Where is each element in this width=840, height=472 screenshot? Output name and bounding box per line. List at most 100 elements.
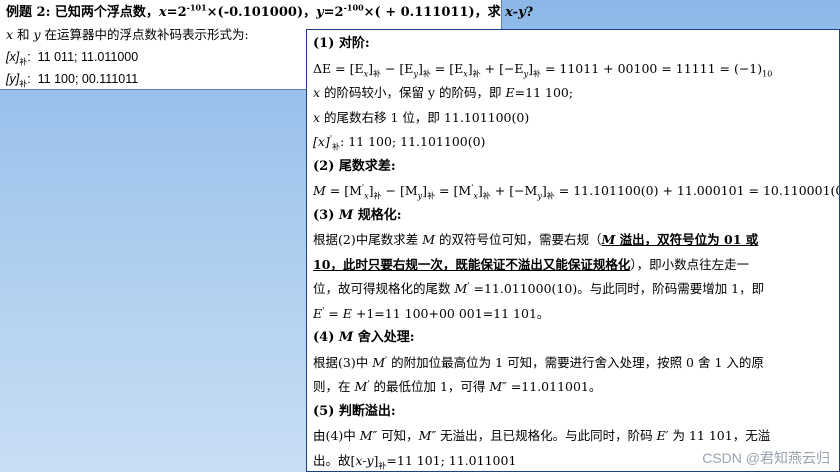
s3l1-c: 溢出，双符号位为 01 或 (615, 232, 759, 247)
s3l1-a: 根据(2)中尾数求差 (313, 232, 423, 247)
s5l2-a: 出。故[ (313, 452, 356, 468)
s3l1-b: 的双符号位可知，需要右规（ (435, 232, 602, 247)
s1l4-val: : 11 100; 11.101100(0) (340, 134, 486, 149)
s3l3-b: =11.011000(10)。与此同时，阶码需要增加 1，即 (469, 281, 765, 296)
y-code-label: [y] (6, 72, 20, 86)
s1-i: = [E (430, 60, 464, 76)
s1-r: 10 (762, 69, 773, 78)
s1-q: = 11011 + 00100 = 11111 = (−1) (540, 60, 763, 76)
x-code-colon: : (27, 50, 31, 64)
step1-line3: x 的尾数右移 1 位，即 11.101100(0) (313, 106, 833, 131)
s1l3-text: 的尾数右移 1 位，即 11.101100(0) (320, 109, 530, 125)
step3-line1: 根据(2)中尾数求差 M 的双符号位可知，需要右规（M 溢出，双符号位为 01 … (313, 228, 833, 253)
s3h-a: (3) (313, 207, 339, 223)
s3l3-a: 位，故可得规格化的尾数 (313, 281, 455, 296)
y-code-sub: 补 (19, 79, 28, 89)
s5l1-d: 为 11 101，无溢 (668, 428, 771, 443)
step1-line4: [x]'补: 11 100; 11.101100(0) (313, 130, 833, 155)
s4l2-b: 的最低位加 1，可得 (369, 379, 490, 394)
s4l1-a: 根据(3)中 (313, 354, 373, 370)
s1l2-E: E (505, 85, 515, 100)
s3l1-cM: M (601, 232, 616, 247)
step3-line2: 10，此时只要右规一次，既能保证不溢出又能保证规格化），即小数点往左走一 (313, 253, 833, 278)
x-code-label: [x] (6, 50, 20, 64)
s2-g: − [M (381, 183, 418, 198)
x-exponent: -101 (186, 2, 207, 13)
s3l1-M: M (422, 232, 435, 247)
watermark: CSDN @君知燕云归 (702, 450, 830, 466)
s1l4-sup: ' (329, 133, 333, 143)
ask-expr: x-y (505, 5, 526, 20)
s4l2-a: 则，在 (313, 379, 355, 394)
s1l3-x: x (313, 109, 321, 125)
step5-heading: (5) 判断溢出: (313, 403, 396, 419)
problem-title: 例题 2: 已知两个浮点数，x=2-101×(-0.101000)，y=2-10… (6, 2, 533, 24)
s2-f: 补 (373, 191, 382, 201)
step2-equation: M = [M'x]补 − [My]补 = [M'x]补 + [−My]补 = 1… (313, 179, 839, 204)
s1-d: 补 (372, 69, 381, 78)
s5l2-c: =11 101; 11.011001 (386, 452, 517, 468)
step4-line2: 则，在 M' 的最低位加 1，可得 M″ =11.011001。 (313, 375, 833, 400)
s3h-M: M (338, 207, 354, 223)
s5l2-xy: x-y (355, 452, 374, 468)
s1-e: − [E (380, 60, 414, 76)
s1l2-val: =11 100; (514, 85, 574, 100)
desc-x: x (6, 27, 14, 42)
s3l4-E2: E (342, 305, 352, 321)
step3-line3: 位，故可得规格化的尾数 M' =11.011000(10)。与此同时，阶码需要增… (313, 277, 833, 302)
x-eq: =2 (166, 5, 187, 20)
desc-rest: 在运算器中的浮点数补码表示形式为: (40, 27, 249, 42)
s1l4-label: [x] (313, 134, 330, 149)
s2-l: ' (471, 182, 474, 192)
x-code-sub: 补 (19, 57, 28, 67)
s4l2-M2: M″ (489, 379, 507, 394)
y-eq: =2 (323, 5, 344, 20)
s1-l: 补 (472, 69, 481, 78)
s3l4-E: E (313, 305, 323, 321)
var-x: x (158, 5, 167, 20)
s5l1-b: 可知， (377, 428, 419, 443)
step3-heading: (3) M 规格化: (313, 204, 833, 229)
s3l3-M: M (454, 281, 468, 296)
s1l4-sub: 补 (332, 142, 341, 152)
s2-k: = [M (435, 183, 472, 198)
s5l1-M2: M″ (418, 428, 437, 443)
s5l1-M: M″ (359, 428, 378, 443)
s2-o: 补 (482, 191, 491, 201)
s3l4-b: = (324, 305, 343, 321)
s3l2-a: 10，此时只要右规一次，既能保证不溢出又能保证规格化 (313, 256, 631, 272)
desc-y: y (33, 27, 41, 42)
s2-p: + [−M (490, 183, 538, 198)
s4h-a: (4) (313, 330, 339, 345)
step3-line4: E' = E +1=11 100+00 001=11 101。 (313, 302, 833, 327)
x-mantissa: ×(-0.101000)， (206, 5, 317, 20)
step1-line2: x 的阶码较小，保留 y 的阶码，即 E=11 100; (313, 81, 833, 106)
s2-b: = [M (325, 183, 362, 198)
s4h-M: M (338, 330, 354, 345)
s3h-b: 规格化: (353, 207, 402, 223)
question-mark: ? (525, 5, 534, 20)
step5-line1: 由(4)中 M″ 可知，M″ 无溢出，且已规格化。与此同时，阶码 E′ 为 11… (313, 424, 833, 449)
solution-box: (1) 对阶: ΔE = [Ex]补 − [Ey]补 = [Ex]补 + [−E… (306, 29, 840, 472)
desc-and: 和 (13, 27, 34, 42)
title-prefix: 例题 2: 已知两个浮点数， (6, 5, 159, 20)
s4l1-b: 的附加位最高位为 1 可知，需要进行舍入处理，按照 0 舍 1 入的原 (387, 354, 764, 370)
s2-j: 补 (427, 191, 436, 201)
var-y: y (316, 5, 324, 20)
s2-c: ' (361, 182, 365, 192)
s4h-b: 舍入处理: (353, 330, 415, 345)
y-exponent: -100 (343, 2, 364, 13)
step1-heading: (1) 对阶: (313, 36, 370, 51)
y-mantissa: ×( + 0.111011)，求 (363, 5, 506, 20)
s2-a: M (313, 183, 326, 198)
s3l4-c: +1=11 100+00 001=11 101。 (351, 305, 550, 321)
s3l2-b: ），即小数点往左走一 (630, 256, 750, 272)
s4l2-M: M (354, 379, 368, 394)
s5l1-c: 无溢出，且已规格化。与此同时，阶码 (436, 428, 657, 443)
s4l1-M: M (372, 354, 385, 370)
y-code-value: 11 100; 00.111011 (37, 72, 139, 86)
step2-heading: (2) 尾数求差: (313, 158, 396, 174)
s2-s: 补 (546, 191, 555, 201)
s4l2-c: =11.011001。 (506, 379, 602, 394)
step4-line1: 根据(3)中 M' 的附加位最高位为 1 可知，需要进行舍入处理，按照 0 舍 … (313, 351, 833, 376)
